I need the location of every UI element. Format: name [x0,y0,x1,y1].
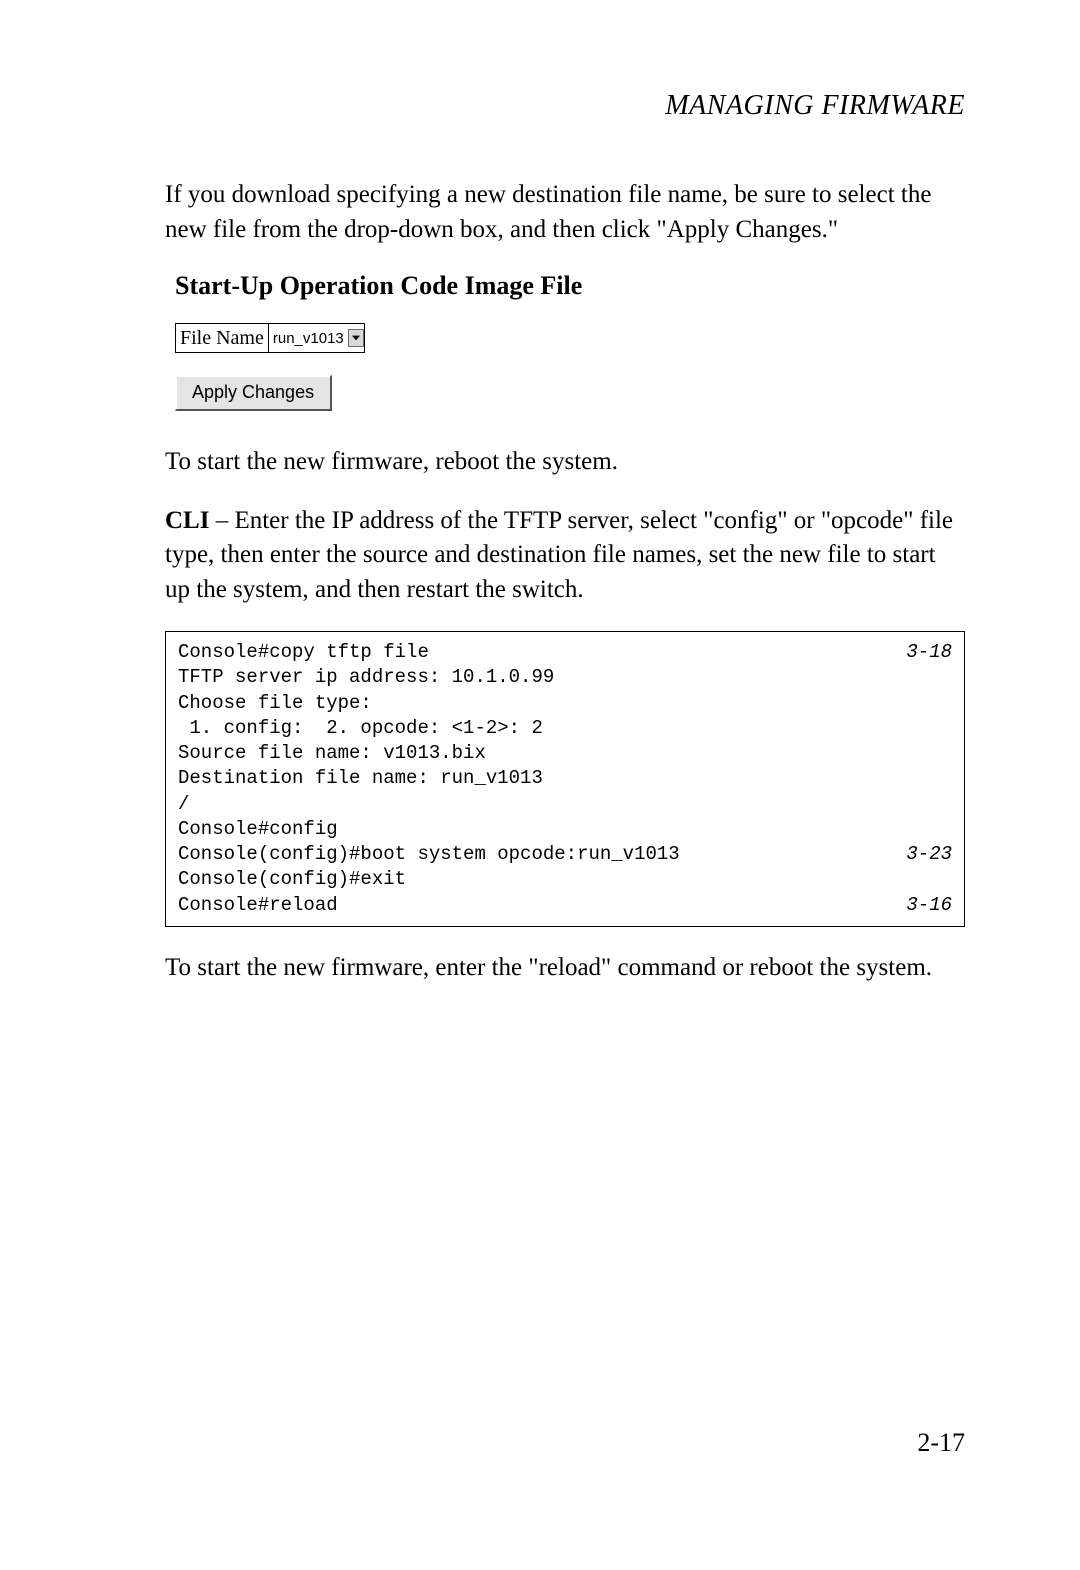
cli-reference: 3-23 [890,842,952,867]
cli-line: Choose file type: [178,691,952,716]
file-name-select-value: run_v1013 [273,330,344,347]
ui-screenshot: Start-Up Operation Code Image File File … [175,271,965,411]
cli-reference: 3-18 [890,640,952,665]
file-name-select[interactable]: run_v1013 [269,324,364,352]
file-name-label: File Name [176,324,269,352]
cli-reference: 3-16 [890,893,952,918]
cli-output-box: Console#copy tftp file 3-18 TFTP server ip… [165,631,965,927]
paragraph-intro: If you download specifying a new destina… [165,178,965,247]
chevron-down-icon [352,335,360,341]
running-title-text: MANAGING FIRMWARE [665,90,965,121]
cli-line: / [178,792,952,817]
running-header: MANAGING FIRMWARE [165,90,965,122]
dropdown-button[interactable] [348,329,364,347]
cli-text: Source file name: v1013.bix [178,741,486,766]
cli-line: Source file name: v1013.bix [178,741,952,766]
paragraph-cli: CLI – Enter the IP address of the TFTP s… [165,504,965,608]
paragraph-reboot: To start the new firmware, reboot the sy… [165,445,965,480]
page-number: 2-17 [917,1428,965,1458]
cli-text: Choose file type: [178,691,372,716]
cli-text: Console#config [178,817,338,842]
file-name-row: File Name run_v1013 [175,323,365,353]
cli-text: Console(config)#boot system opcode:run_v… [178,842,680,867]
cli-text: Console#copy tftp file [178,640,429,665]
cli-line: TFTP server ip address: 10.1.0.99 [178,665,952,690]
cli-line: Console#reload 3-16 [178,893,952,918]
cli-text: Console#reload [178,893,338,918]
paragraph-final: To start the new firmware, enter the "re… [165,951,965,986]
page-container: MANAGING FIRMWARE If you download specif… [0,0,1080,1570]
cli-line: 1. config: 2. opcode: <1-2>: 2 [178,716,952,741]
cli-label: CLI [165,507,209,534]
cli-text: Console(config)#exit [178,867,406,892]
cli-line: Destination file name: run_v1013 [178,766,952,791]
cli-line: Console#config [178,817,952,842]
cli-text: / [178,792,189,817]
cli-instructions: – Enter the IP address of the TFTP serve… [165,507,953,603]
apply-changes-button[interactable]: Apply Changes [175,375,332,411]
cli-line: Console(config)#exit [178,867,952,892]
cli-text: Destination file name: run_v1013 [178,766,543,791]
cli-text: 1. config: 2. opcode: <1-2>: 2 [178,716,543,741]
cli-text: TFTP server ip address: 10.1.0.99 [178,665,554,690]
cli-line: Console#copy tftp file 3-18 [178,640,952,665]
cli-line: Console(config)#boot system opcode:run_v… [178,842,952,867]
ui-section-title: Start-Up Operation Code Image File [175,271,965,301]
